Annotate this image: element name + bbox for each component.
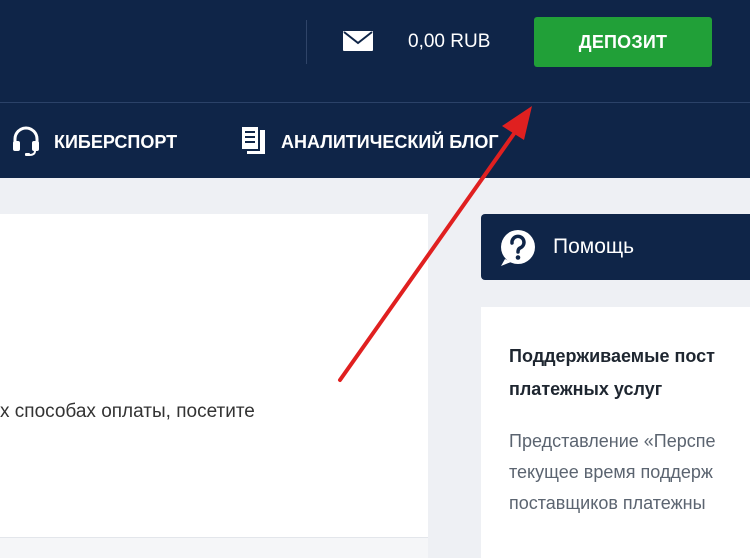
help-card-body-line2: текущее время поддерж: [509, 462, 713, 482]
help-card-body-line1: Представление «Перспе: [509, 431, 716, 451]
nav-label-esports: КИБЕРСПОРТ: [54, 131, 178, 152]
help-card-body-line3: поставщиков платежны: [509, 493, 706, 513]
nav-label-analytics-blog: АНАЛИТИЧЕСКИЙ БЛОГ: [281, 131, 499, 152]
help-title: Помощь: [553, 235, 635, 258]
main-content-panel: [0, 214, 428, 558]
nav-item-esports[interactable]: КИБЕРСПОРТ: [10, 126, 178, 157]
help-card-title-line1: Поддерживаемые пост: [509, 346, 715, 366]
payment-methods-text: х способах оплаты, посетите: [0, 401, 255, 422]
help-card-title[interactable]: Поддерживаемые пост платежных услуг: [509, 340, 750, 406]
help-card-body: Представление «Перспе текущее время подд…: [509, 426, 750, 519]
deposit-button[interactable]: ДЕПОЗИТ: [534, 17, 712, 67]
nav-item-analytics-blog[interactable]: АНАЛИТИЧЕСКИЙ БЛОГ: [239, 124, 499, 157]
help-card-title-line2: платежных услуг: [509, 379, 663, 399]
header-separator: [306, 20, 307, 64]
content-bottom-strip: [0, 537, 428, 558]
envelope-icon[interactable]: [343, 31, 373, 51]
document-stack-icon: [239, 124, 269, 161]
balance-amount[interactable]: 0,00 RUB: [408, 31, 490, 53]
question-bubble-icon: [501, 230, 535, 266]
main-nav: КИБЕРСПОРТ АНАЛИТИЧЕСКИЙ БЛОГ: [0, 103, 750, 178]
headset-icon: [10, 124, 42, 161]
